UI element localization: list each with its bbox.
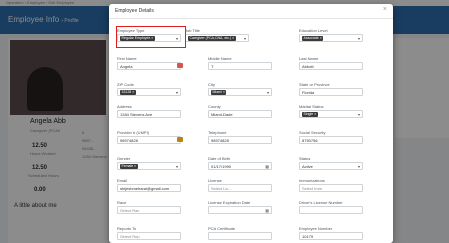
selected-tag: 33128× xyxy=(120,90,136,95)
chevron-down-icon: ▾ xyxy=(175,90,178,95)
status-field: Status Active ▾ xyxy=(299,156,363,170)
calendar-icon[interactable]: ▦ xyxy=(265,163,269,169)
first-name-field: First Name Angela xyxy=(117,56,183,70)
drivers-license-field: Driver's License Number xyxy=(299,200,363,214)
first-name-input[interactable]: Angela xyxy=(117,62,181,70)
provider-number-field: Provider # (UMPI) 98974828 xyxy=(117,130,183,144)
zip-code-select[interactable]: 33128× ▾ xyxy=(117,88,181,96)
date-of-birth-field: Date of Birth 01/17/1990 ▦ xyxy=(208,156,272,170)
camera-icon[interactable] xyxy=(177,137,183,142)
selected-tag: Female× xyxy=(120,164,138,169)
reports-to-select[interactable]: Select Rep xyxy=(117,232,181,240)
race-field: Race Select Rac xyxy=(117,200,181,214)
state-input[interactable]: Florida xyxy=(299,88,363,96)
job-title-select[interactable]: Caregiver (PCA,CNA, etc.)× ▾ xyxy=(185,34,249,42)
telephone-input[interactable]: 98974828 xyxy=(208,136,272,144)
county-field: County Miami-Dade xyxy=(208,104,272,118)
state-field: State or Province Florida xyxy=(299,82,363,96)
chevron-down-icon: ▾ xyxy=(357,164,360,169)
chevron-down-icon: ▾ xyxy=(357,112,360,117)
address-field: Address 1284 Stevens Ave xyxy=(117,104,181,118)
date-of-birth-input[interactable]: 01/17/1990 ▦ xyxy=(208,162,272,170)
education-level-select[interactable]: Associate× ▾ xyxy=(299,34,363,42)
zip-code-field: ZIP Code 33128× ▾ xyxy=(117,82,181,96)
immunizations-select[interactable]: Select Imm xyxy=(299,184,363,192)
pca-certificate-field: PCA Certificate xyxy=(208,226,272,240)
county-input[interactable]: Miami-Dade xyxy=(208,110,272,118)
immunizations-field: Immunizations Select Imm xyxy=(299,178,363,192)
city-select[interactable]: Miami× ▾ xyxy=(208,88,272,96)
chevron-down-icon: ▾ xyxy=(175,164,178,169)
modal-title: Employee Details xyxy=(115,8,154,14)
employee-number-input[interactable]: 10179 xyxy=(299,232,363,240)
last-name-input[interactable]: Abbott xyxy=(299,62,363,70)
chevron-down-icon: ▾ xyxy=(266,90,269,95)
calendar-icon[interactable]: ▦ xyxy=(265,207,269,213)
selected-tag: Associate× xyxy=(302,36,324,41)
license-expiration-field: License Expiration Date ▦ xyxy=(208,200,272,214)
selected-tag: Single× xyxy=(302,112,318,117)
email-input[interactable]: shijeshmeharai@gmail.com xyxy=(117,184,181,192)
address-input[interactable]: 1284 Stevens Ave xyxy=(117,110,181,118)
chevron-down-icon: ▾ xyxy=(357,36,360,41)
reports-to-field: Reports To Select Rep xyxy=(117,226,181,240)
last-name-field: Last Name Abbott xyxy=(299,56,363,70)
close-icon[interactable]: × xyxy=(383,6,387,13)
employee-number-field: Employee Number 10179 xyxy=(299,226,363,240)
highlight-box xyxy=(116,26,186,48)
social-security-input[interactable]: 8750756 xyxy=(299,136,363,144)
gender-field: Gender Female× ▾ xyxy=(117,156,181,170)
pca-certificate-input[interactable] xyxy=(208,232,272,240)
license-expiration-input[interactable]: ▦ xyxy=(208,206,272,214)
selected-tag: Miami× xyxy=(211,90,227,95)
race-select[interactable]: Select Rac xyxy=(117,206,181,214)
provider-number-input[interactable]: 98974828 xyxy=(117,136,181,144)
modal-header: Employee Details × xyxy=(109,4,393,19)
middle-name-input[interactable]: T xyxy=(208,62,272,70)
city-field: City Miami× ▾ xyxy=(208,82,272,96)
drivers-license-input[interactable] xyxy=(299,206,363,214)
telephone-field: Telephone 98974828 xyxy=(208,130,272,144)
license-select[interactable]: Select Lic... xyxy=(208,184,272,192)
education-level-field: Education Level Associate× ▾ xyxy=(299,28,363,42)
gender-select[interactable]: Female× ▾ xyxy=(117,162,181,170)
email-field: Email shijeshmeharai@gmail.com xyxy=(117,178,181,192)
job-title-field: Job Title Caregiver (PCA,CNA, etc.)× ▾ xyxy=(185,28,249,42)
middle-name-field: Middle Name T xyxy=(208,56,272,70)
chevron-down-icon: ▾ xyxy=(243,36,246,41)
status-select[interactable]: Active ▾ xyxy=(299,162,363,170)
license-field: License Select Lic... xyxy=(208,178,272,192)
marital-status-field: Marital Status Single× ▾ xyxy=(299,104,363,118)
marital-status-select[interactable]: Single× ▾ xyxy=(299,110,363,118)
camera-icon[interactable] xyxy=(177,63,183,68)
social-security-field: Social Security 8750756 xyxy=(299,130,363,144)
selected-tag: Caregiver (PCA,CNA, etc.)× xyxy=(188,36,236,41)
